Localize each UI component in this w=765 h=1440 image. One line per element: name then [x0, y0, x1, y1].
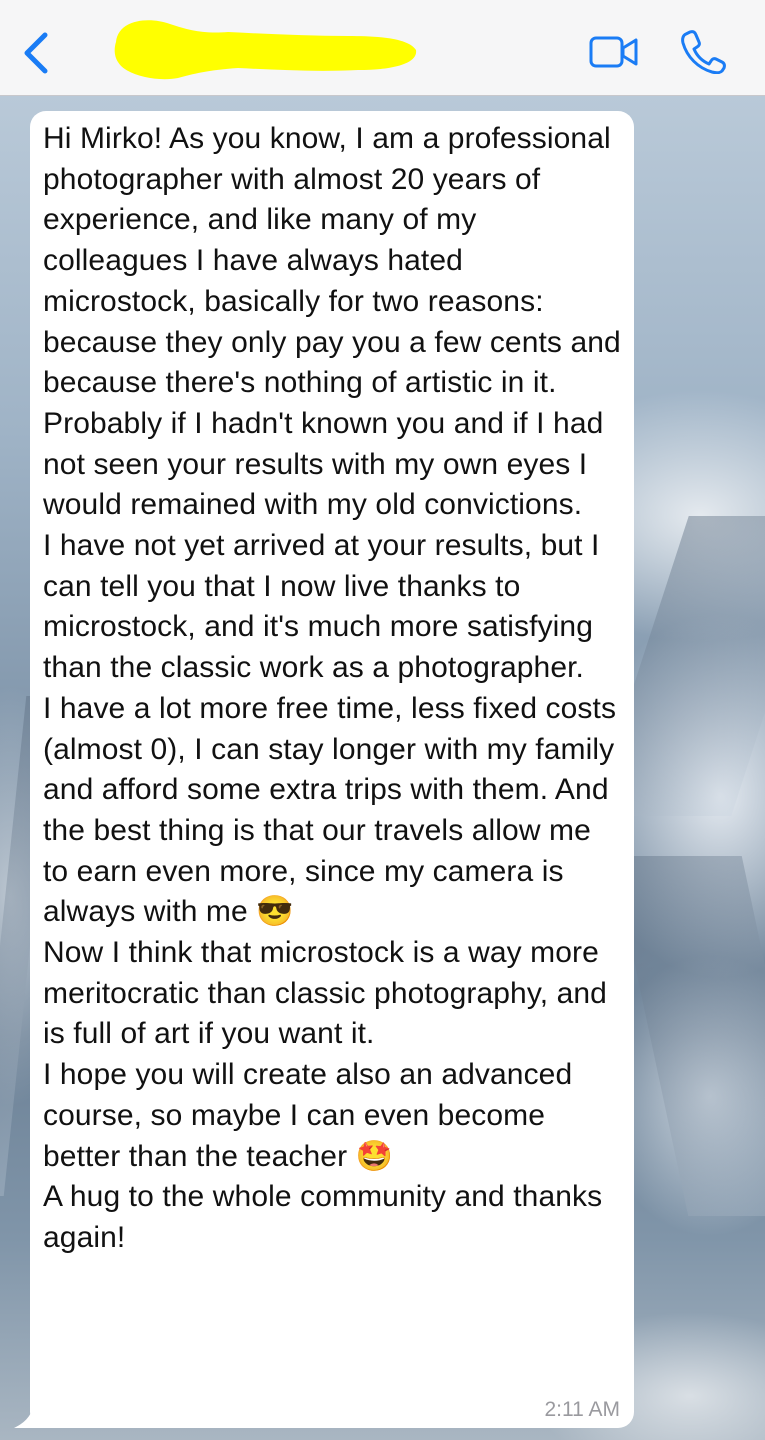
message-timestamp: 2:11 AM — [544, 1398, 621, 1421]
incoming-message-bubble[interactable]: Hi Mirko! As you know, I am a profession… — [30, 111, 634, 1428]
back-button[interactable] — [18, 30, 58, 76]
chevron-left-icon — [24, 32, 48, 74]
phone-icon — [681, 30, 726, 75]
chat-header — [0, 0, 765, 96]
mountain-ridge — [611, 856, 765, 1216]
video-camera-icon — [589, 36, 638, 68]
voice-call-button[interactable] — [680, 28, 726, 75]
video-call-button[interactable] — [588, 34, 640, 70]
message-text: Hi Mirko! As you know, I am a profession… — [43, 122, 621, 1254]
redaction-mark — [114, 20, 417, 80]
